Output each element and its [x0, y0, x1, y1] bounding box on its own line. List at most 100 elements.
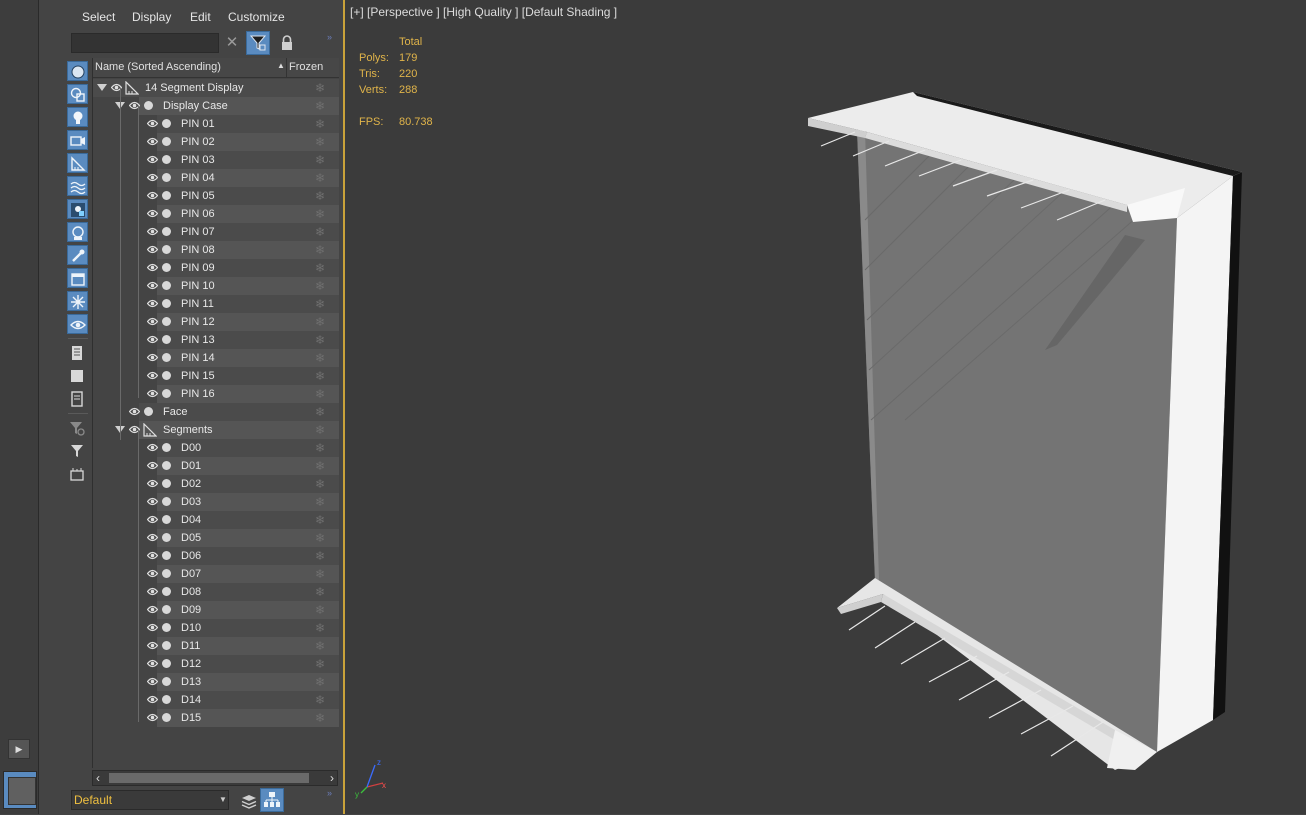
- tree-row[interactable]: D04 ❄: [93, 511, 339, 529]
- snowflake-icon[interactable]: ❄: [315, 387, 325, 401]
- snowflake-icon[interactable]: ❄: [315, 657, 325, 671]
- snowflake-icon[interactable]: ❄: [315, 135, 325, 149]
- frozen-cell[interactable]: ❄: [287, 619, 339, 637]
- tree-item-name[interactable]: PIN 04: [181, 169, 215, 187]
- visibility-eye-icon[interactable]: [146, 335, 159, 347]
- visibility-eye-icon[interactable]: [146, 659, 159, 671]
- frozen-cell[interactable]: ❄: [287, 403, 339, 421]
- tree-row[interactable]: PIN 06 ❄: [93, 205, 339, 223]
- visibility-eye-icon[interactable]: [146, 569, 159, 581]
- snowflake-icon[interactable]: ❄: [315, 639, 325, 653]
- snowflake-icon[interactable]: ❄: [315, 423, 325, 437]
- invert-selection-icon[interactable]: [67, 389, 88, 409]
- tree-item-name[interactable]: D00: [181, 439, 201, 457]
- snowflake-icon[interactable]: ❄: [315, 495, 325, 509]
- tree-item-name[interactable]: D15: [181, 709, 201, 727]
- snowflake-icon[interactable]: ❄: [315, 261, 325, 275]
- tree-item-name[interactable]: D01: [181, 457, 201, 475]
- frozen-cell[interactable]: ❄: [287, 511, 339, 529]
- tree-row[interactable]: PIN 12 ❄: [93, 313, 339, 331]
- frozen-cell[interactable]: ❄: [287, 133, 339, 151]
- perspective-viewport[interactable]: [+] [Perspective ] [High Quality ] [Defa…: [343, 0, 1306, 814]
- tree-row[interactable]: PIN 07 ❄: [93, 223, 339, 241]
- snowflake-icon[interactable]: ❄: [315, 405, 325, 419]
- snowflake-icon[interactable]: ❄: [315, 225, 325, 239]
- tree-item-name[interactable]: PIN 11: [181, 295, 214, 313]
- snowflake-icon[interactable]: ❄: [315, 693, 325, 707]
- snowflake-icon[interactable]: ❄: [315, 117, 325, 131]
- tree-row[interactable]: D09 ❄: [93, 601, 339, 619]
- tree-row[interactable]: PIN 13 ❄: [93, 331, 339, 349]
- camera-icon[interactable]: [67, 130, 88, 150]
- frozen-cell[interactable]: ❄: [287, 277, 339, 295]
- tree-item-name[interactable]: PIN 02: [181, 133, 215, 151]
- tree-row[interactable]: PIN 02 ❄: [93, 133, 339, 151]
- tree-item-name[interactable]: D13: [181, 673, 201, 691]
- chevron-down-icon[interactable]: ▼: [219, 795, 227, 804]
- tree-item-name[interactable]: D07: [181, 565, 201, 583]
- visibility-eye-icon[interactable]: [146, 281, 159, 293]
- tree-item-name[interactable]: PIN 07: [181, 223, 215, 241]
- tree-row[interactable]: D08 ❄: [93, 583, 339, 601]
- snowflake-icon[interactable]: ❄: [315, 189, 325, 203]
- layers-stack-icon[interactable]: [238, 790, 260, 812]
- visibility-eye-icon[interactable]: [146, 461, 159, 473]
- visibility-eye-icon[interactable]: [146, 245, 159, 257]
- tree-item-name[interactable]: PIN 10: [181, 277, 215, 295]
- snowflake-icon[interactable]: ❄: [315, 333, 325, 347]
- tree-row[interactable]: D03 ❄: [93, 493, 339, 511]
- frozen-cell[interactable]: ❄: [287, 583, 339, 601]
- frozen-cell[interactable]: ❄: [287, 439, 339, 457]
- tree-item-name[interactable]: PIN 08: [181, 241, 215, 259]
- hierarchy-view-button[interactable]: [260, 788, 284, 812]
- tree-item-name[interactable]: PIN 01: [181, 115, 215, 133]
- group-icon[interactable]: [67, 199, 88, 219]
- tree-item-name[interactable]: PIN 12: [181, 313, 215, 331]
- tree-row[interactable]: D05 ❄: [93, 529, 339, 547]
- frozen-cell[interactable]: ❄: [287, 79, 339, 97]
- tree-row[interactable]: D12 ❄: [93, 655, 339, 673]
- tree-item-name[interactable]: PIN 06: [181, 205, 215, 223]
- tree-item-name[interactable]: PIN 13: [181, 331, 215, 349]
- snowflake-icon[interactable]: ❄: [315, 567, 325, 581]
- tree-row[interactable]: PIN 04 ❄: [93, 169, 339, 187]
- scroll-left-icon[interactable]: ‹: [96, 771, 100, 785]
- scroll-right-icon[interactable]: ›: [330, 771, 334, 785]
- snowflake-icon[interactable]: ❄: [315, 513, 325, 527]
- tree-item-name[interactable]: D02: [181, 475, 201, 493]
- snowflake-icon[interactable]: ❄: [315, 243, 325, 257]
- tree-row[interactable]: D13 ❄: [93, 673, 339, 691]
- frozen-cell[interactable]: ❄: [287, 421, 339, 439]
- visibility-eye-icon[interactable]: [146, 443, 159, 455]
- visibility-eye-icon[interactable]: [146, 605, 159, 617]
- tree-row[interactable]: Face ❄: [93, 403, 339, 421]
- tree-row[interactable]: D02 ❄: [93, 475, 339, 493]
- menu-customize[interactable]: Customize: [228, 10, 285, 24]
- frozen-cell[interactable]: ❄: [287, 223, 339, 241]
- tree-row[interactable]: D15 ❄: [93, 709, 339, 727]
- snowflake-icon[interactable]: ❄: [315, 585, 325, 599]
- visibility-eye-icon[interactable]: [146, 551, 159, 563]
- frozen-icon[interactable]: [67, 291, 88, 311]
- tree-item-name[interactable]: 14 Segment Display: [145, 79, 243, 97]
- frozen-cell[interactable]: ❄: [287, 241, 339, 259]
- frozen-cell[interactable]: ❄: [287, 709, 339, 727]
- visibility-eye-icon[interactable]: [146, 299, 159, 311]
- tree-row[interactable]: PIN 03 ❄: [93, 151, 339, 169]
- menu-display[interactable]: Display: [132, 10, 171, 24]
- frozen-cell[interactable]: ❄: [287, 259, 339, 277]
- snowflake-icon[interactable]: ❄: [315, 99, 325, 113]
- visibility-eye-icon[interactable]: [146, 515, 159, 527]
- helper-icon[interactable]: [67, 153, 88, 173]
- frozen-cell[interactable]: ❄: [287, 385, 339, 403]
- frozen-cell[interactable]: ❄: [287, 673, 339, 691]
- tree-row[interactable]: PIN 09 ❄: [93, 259, 339, 277]
- tree-row[interactable]: D07 ❄: [93, 565, 339, 583]
- snowflake-icon[interactable]: ❄: [315, 675, 325, 689]
- lock-icon[interactable]: [280, 33, 294, 53]
- menu-edit[interactable]: Edit: [190, 10, 211, 24]
- visibility-eye-icon[interactable]: [146, 641, 159, 653]
- light-icon[interactable]: [67, 107, 88, 127]
- scroll-thumb[interactable]: [109, 773, 309, 783]
- expand-panel-button[interactable]: ▶: [8, 739, 30, 759]
